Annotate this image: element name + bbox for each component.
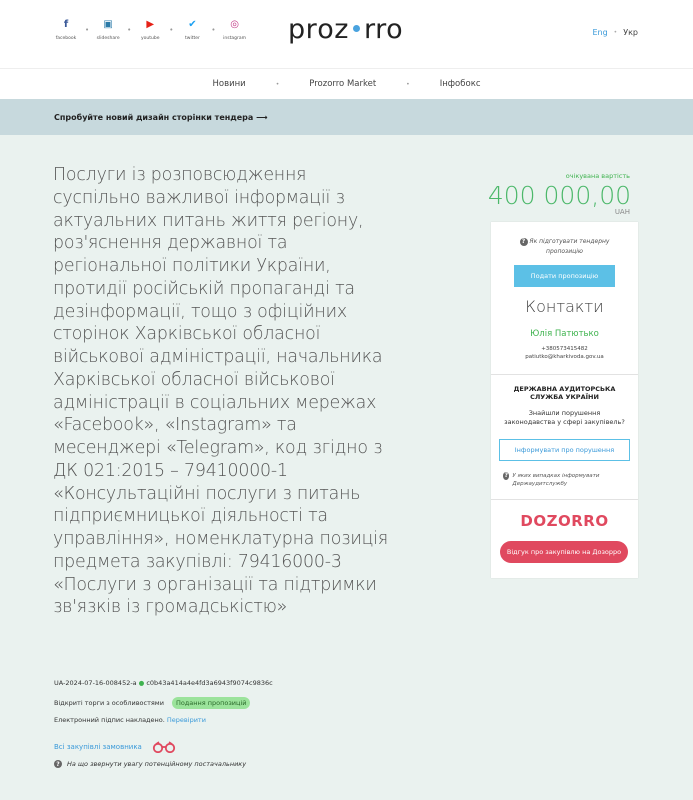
divider bbox=[491, 499, 638, 500]
prozorro-logo[interactable]: prоz rro bbox=[288, 14, 403, 45]
signature-line: Електронний підпис накладено. Перевірити bbox=[54, 716, 206, 724]
new-design-banner[interactable]: Спробуйте новий дизайн сторінки тендера … bbox=[0, 99, 693, 135]
dot-separator: • bbox=[613, 29, 618, 36]
currency-label: UAH bbox=[614, 208, 630, 216]
signature-text: Електронний підпис накладено. bbox=[54, 716, 165, 724]
lang-ukr-link[interactable]: Укр bbox=[623, 28, 638, 37]
tender-title: Послуги із розповсюдження суспільно важл… bbox=[53, 165, 388, 618]
twitter-icon: ✔ bbox=[188, 19, 197, 30]
contacts-heading: Контакти bbox=[525, 297, 604, 316]
contact-email[interactable]: patiutko@kharkivoda.gov.ua bbox=[491, 354, 638, 360]
banner-text: Спробуйте новий дизайн сторінки тендера … bbox=[54, 112, 268, 122]
tender-id-line: UA-2024-07-16-008452-a ● c0b43a414a4e4fd3a… bbox=[54, 679, 273, 687]
dasu-question: Знайшли порушення законодавства у сфері … bbox=[504, 409, 625, 426]
lang-eng-link[interactable]: Eng bbox=[592, 28, 607, 37]
social-facebook[interactable]: f facebook bbox=[54, 18, 78, 42]
dot-separator: • bbox=[85, 26, 90, 34]
dot-separator: • bbox=[275, 80, 280, 88]
dot-separator: • bbox=[169, 26, 174, 34]
dasu-note-text: У яких випадках інформувати Держаудитслу… bbox=[512, 473, 600, 487]
social-youtube[interactable]: ▶ youtube bbox=[138, 18, 162, 42]
dot-separator: • bbox=[127, 26, 132, 34]
how-to-prepare-text: Як підготувати тендерну пропозицію bbox=[529, 238, 610, 255]
how-to-prepare[interactable]: ? Як підготувати тендерну пропозицію bbox=[491, 237, 638, 257]
report-violation-button[interactable]: Інформувати про порушення bbox=[499, 439, 630, 461]
dozorro-review-button[interactable]: Відгук про закупівлю на Дозорро bbox=[500, 541, 628, 563]
social-label: instagram bbox=[223, 36, 246, 41]
status-badge: Подання пропозицій bbox=[171, 697, 251, 709]
expected-value: 400 000,00 bbox=[487, 181, 631, 210]
logo-text-left: prоz bbox=[288, 14, 349, 45]
instagram-icon: ◎ bbox=[230, 19, 239, 30]
social-label: slideshare bbox=[96, 36, 120, 41]
verify-signature-link[interactable]: Перевірити bbox=[167, 716, 206, 724]
logo-text-right: rro bbox=[363, 14, 404, 45]
all-purchases-line: Всі закупівлі замовника bbox=[54, 741, 176, 753]
procedure-type: Відкриті торги з особливостями bbox=[54, 699, 164, 707]
expected-value-label: очікувана вартість bbox=[565, 172, 630, 180]
header: f facebook • ▣ slideshare • ▶ youtube • … bbox=[0, 0, 693, 68]
social-slideshare[interactable]: ▣ slideshare bbox=[96, 18, 120, 42]
dot-separator: • bbox=[211, 26, 216, 34]
submit-proposal-button[interactable]: Подати пропозицію bbox=[514, 265, 615, 287]
nav-item-market[interactable]: Prozorro Market bbox=[309, 79, 376, 89]
sidebar-card: ? Як підготувати тендерну пропозицію Под… bbox=[491, 222, 638, 578]
nav-item-infobox[interactable]: Інфобокс bbox=[440, 79, 481, 89]
dozorro-logo: DOZORRO bbox=[520, 512, 609, 530]
divider bbox=[491, 374, 638, 375]
nav-item-news[interactable]: Новини bbox=[212, 79, 245, 89]
attention-line[interactable]: ? На що звернути увагу потенційному пост… bbox=[54, 760, 246, 768]
dasu-heading: ДЕРЖАВНА АУДИТОРСЬКА СЛУЖБА УКРАЇНИ bbox=[513, 385, 616, 401]
question-icon: ? bbox=[503, 472, 510, 480]
youtube-icon: ▶ bbox=[146, 19, 155, 30]
dasu-note[interactable]: ? У яких випадках інформувати Держаудитс… bbox=[503, 472, 627, 488]
slideshare-icon: ▣ bbox=[103, 19, 113, 30]
contact-name: Юлія Патютько bbox=[530, 329, 599, 339]
all-purchases-link[interactable]: Всі закупівлі замовника bbox=[54, 743, 142, 751]
tender-id: UA-2024-07-16-008452-a bbox=[54, 679, 137, 687]
social-label: twitter bbox=[185, 36, 200, 41]
procedure-line: Відкриті торги з особливостями Подання п… bbox=[54, 697, 251, 709]
tender-hash: c0b43a414a4e4fd3a6943f9074c9836c bbox=[146, 679, 273, 687]
contact-phone: +380573415482 bbox=[541, 346, 588, 352]
question-icon: ? bbox=[519, 238, 528, 246]
dot-separator: ● bbox=[138, 679, 145, 687]
social-instagram[interactable]: ◎ instagram bbox=[223, 18, 247, 42]
attention-text: На що звернути увагу потенційному постач… bbox=[67, 760, 247, 768]
social-links: f facebook • ▣ slideshare • ▶ youtube • … bbox=[54, 18, 247, 42]
social-label: youtube bbox=[141, 36, 160, 41]
logo-dot-icon bbox=[352, 25, 360, 32]
main-nav: Новини • Prozorro Market • Інфобокс bbox=[0, 68, 693, 99]
language-switcher: Eng • Укр bbox=[592, 28, 638, 37]
question-icon: ? bbox=[54, 760, 62, 768]
social-twitter[interactable]: ✔ twitter bbox=[180, 18, 204, 42]
binoculars-icon[interactable] bbox=[152, 741, 176, 753]
facebook-icon: f bbox=[63, 19, 69, 30]
social-label: facebook bbox=[55, 36, 77, 41]
dot-separator: • bbox=[406, 80, 410, 88]
